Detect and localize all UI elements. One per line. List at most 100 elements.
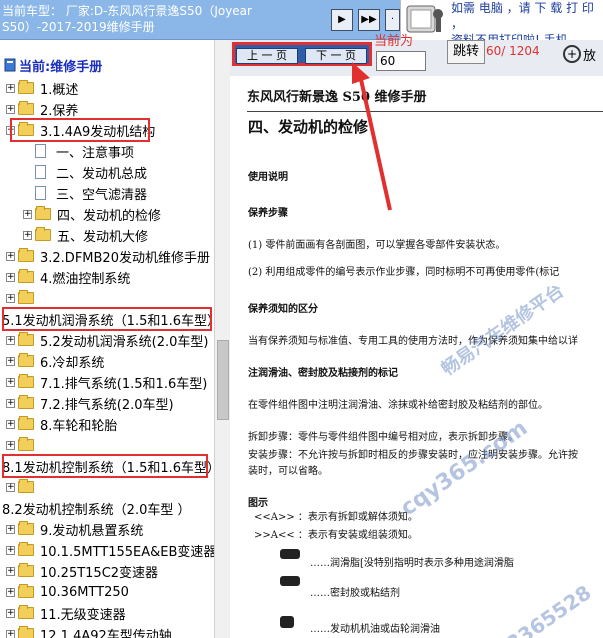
oil-can-icon [280,616,294,628]
expand-icon[interactable]: + [6,104,15,114]
expand-icon[interactable]: + [6,419,15,429]
tree-item[interactable]: 8.1发动机控制系统（1.5和1.6车型） [2,456,215,476]
expand-icon[interactable]: + [6,251,15,261]
folder-icon [18,605,34,619]
folder-icon [18,626,34,638]
expand-icon[interactable]: + [23,230,32,240]
tree-item[interactable]: + 五、发动机大修 [23,225,148,245]
tree-item[interactable]: +8.车轮和轮胎 [6,414,117,434]
expand-icon[interactable]: + [6,608,15,618]
book-icon [4,58,16,72]
tree-item-label: 2.保养 [40,103,79,119]
expand-icon[interactable]: + [6,545,15,555]
manual-page: 东风风行新景逸 S50 维修手册 四、发动机的检修 使用说明 保养步骤 (1) 零件… [230,76,603,638]
doc-paragraph: 当有保养须知与标准值、专用工具的使用方法时，作为保养须知集中给以详 [248,336,578,347]
tree-root-label: 当前:维修手册 [19,59,103,75]
tree-item[interactable]: +1.概述 [6,78,78,98]
expand-icon[interactable]: + [6,482,15,492]
expand-icon[interactable]: + [6,272,15,282]
tree-item[interactable]: + [6,288,40,308]
tree-item[interactable]: + [6,435,40,455]
page-nav-group: 上 一 页 下 一 页 [232,42,372,66]
doc-paragraph: 在零件组件图中注明注润滑油、涂抹或补给密封胶及粘结剂的部位。 [248,400,548,411]
folder-icon [18,101,34,115]
more-button[interactable]: · [385,9,400,31]
expand-icon[interactable]: + [23,209,32,219]
doc-paragraph: (1) 零件前面画有各剖面图，可以掌握各零部件安装状态。 [248,240,506,251]
tree-item-label: 5.2发动机润滑系统(2.0车型) [40,334,209,350]
next-chapter-button[interactable]: ▶▶ [358,9,380,31]
tree-item[interactable]: 一、注意事项 [23,141,134,161]
expand-icon[interactable]: + [6,83,15,93]
tree-item-label: 一、注意事项 [56,145,135,161]
tree-item[interactable]: +10.25T15C2变速器 [6,561,158,581]
zoom-button[interactable]: + 放 [563,42,603,66]
doc-paragraph: ……发动机机油或齿轮润滑油 [310,624,440,635]
expand-icon[interactable]: + [6,440,15,450]
expand-icon[interactable]: + [6,524,15,534]
folder-icon [18,542,34,556]
doc-paragraph: 装时，可以省略。 [248,466,328,477]
folder-icon [18,332,34,346]
tree-item-label: 12.1.4A92车型传动轴 [40,628,172,638]
tree-item[interactable]: +2.保养 [6,99,78,119]
expand-icon[interactable]: + [6,293,15,303]
collapse-icon[interactable]: − [6,125,15,135]
tree-item[interactable]: +5.2发动机润滑系统(2.0车型) [6,330,209,350]
expand-icon[interactable]: + [6,335,15,345]
tree-item[interactable]: 二、发动机总成 [23,162,147,182]
tree-item[interactable]: +4.燃油控制系统 [6,267,130,287]
doc-subheading: 保养步骤 [248,208,288,219]
tree-item[interactable]: +12.1.4A92车型传动轴 [6,624,172,638]
expand-icon[interactable]: + [6,629,15,638]
tree-item-label: 五、发动机大修 [57,229,149,245]
tree-item[interactable]: +7.2.排气系统(2.0车型) [6,393,174,413]
folder-icon [35,227,51,241]
tree-item-label: 10.36MTT250 [40,584,129,600]
folder-icon [18,416,34,430]
tree-item-label: 9.发动机悬置系统 [40,523,144,539]
jump-button[interactable]: 跳转 [447,40,485,64]
scrollbar-thumb[interactable] [217,340,229,420]
expand-icon[interactable]: + [6,377,15,387]
folder-icon [18,269,34,283]
expand-icon[interactable]: + [6,587,15,597]
folder-icon [18,395,34,409]
tree-item[interactable]: − 3.1.4A9发动机结构 [6,120,155,140]
folder-icon [18,584,34,598]
expand-icon[interactable]: + [6,566,15,576]
tree-item-label: 6.冷却系统 [40,355,105,371]
next-page-button[interactable]: 下 一 页 [305,48,367,64]
tree-scrollbar[interactable] [214,40,230,638]
tree-item[interactable]: + 四、发动机的检修 [23,204,161,224]
tree-item[interactable]: 三、空气滤清器 [23,183,147,203]
tree-item-label: 四、发动机的检修 [57,208,162,224]
doc-paragraph: ……密封胶或粘结剂 [310,588,400,599]
tree-item[interactable]: +11.无级变速器 [6,603,126,623]
zoom-label: 放 [583,48,597,64]
prev-page-button[interactable]: 上 一 页 [236,48,298,64]
expand-icon[interactable]: + [6,356,15,366]
page-number-input[interactable] [376,51,426,71]
tree-item[interactable]: +3.2.DFMB20发动机维修手册 [6,246,210,266]
ad-banner[interactable]: 如需 电脑 ，请 下 载 打 印 ， 资料不用打印啦! 手机 [400,0,603,40]
tree-item-label: 3.2.DFMB20发动机维修手册 [40,250,210,266]
doc-subheading: 图示 [248,498,268,509]
tree-item[interactable]: +6.冷却系统 [6,351,104,371]
tree-item-label: 7.2.排气系统(2.0车型) [40,397,174,413]
prev-chapter-button[interactable]: ▶ [331,9,353,31]
tree-item[interactable]: + [6,477,40,497]
expand-icon[interactable]: + [6,398,15,408]
tree-item[interactable]: +10.36MTT250 [6,582,129,602]
doc-subheading: 使用说明 [248,172,288,183]
doc-subheading: 注润滑油、密封胶及粘接剂的标记 [248,368,398,379]
tree-item[interactable]: 8.2发动机控制系统（2.0车型 ） [2,498,190,518]
tree-item[interactable]: +10.1.5MTT155EA&EB变速器 [6,540,215,560]
tree-root[interactable]: 当前:维修手册 [4,56,103,75]
tree-item[interactable]: +9.发动机悬置系统 [6,519,143,539]
watermark-text-1: 畅易汽车维修平台 [437,280,568,381]
tree-item[interactable]: +7.1.排气系统(1.5和1.6车型) [6,372,207,392]
tree-item[interactable]: 5.1发动机润滑系统（1.5和1.6车型） [2,309,215,329]
tree-item-label: 8.1发动机控制系统（1.5和1.6车型） [2,460,215,476]
tree-item-label: 10.25T15C2变速器 [40,565,159,581]
